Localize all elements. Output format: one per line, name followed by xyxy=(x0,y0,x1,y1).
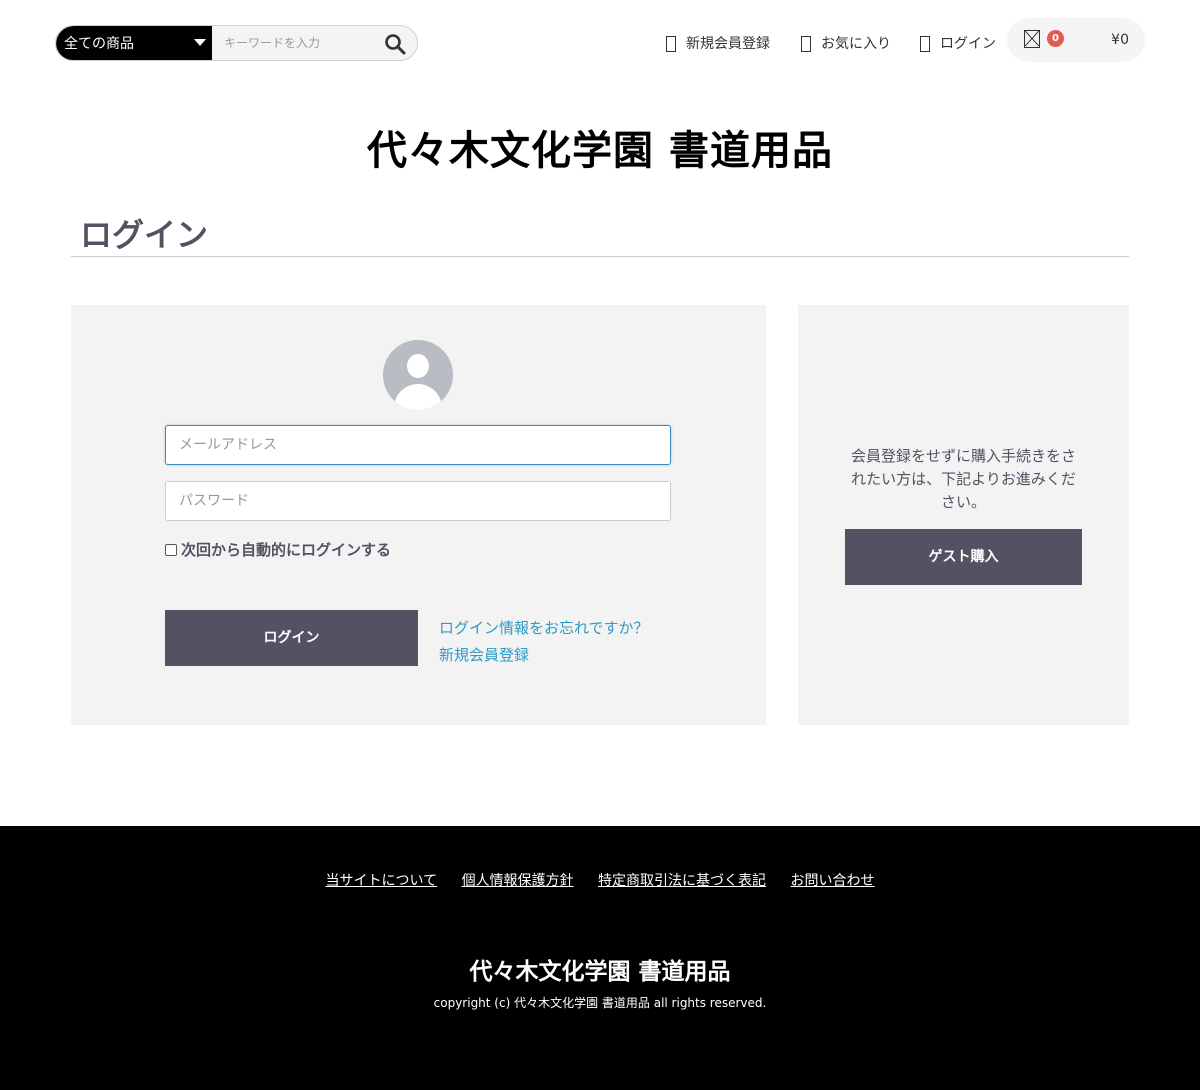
guest-description: 会員登録をせずに購入手続きをされたい方は、下記よりお進みください。 xyxy=(850,447,1076,511)
signup-link[interactable]: 新規会員登録 xyxy=(439,644,529,665)
password-field[interactable] xyxy=(165,481,671,521)
heart-icon xyxy=(801,36,811,52)
cart-count-badge: 0 xyxy=(1047,30,1064,47)
footer-link-contact[interactable]: お問い合わせ xyxy=(790,873,874,889)
cart-icon xyxy=(1024,30,1040,48)
site-title[interactable]: 代々木文化学園 書道用品 xyxy=(0,118,1200,176)
checkbox-icon[interactable] xyxy=(165,544,177,556)
nav-login-link[interactable]: ログイン xyxy=(920,34,996,56)
site-header: 全ての商品 新規会員登録 お気に入り ログイン 0 ¥0 xyxy=(0,0,1200,90)
nav-signup-link[interactable]: 新規会員登録 xyxy=(666,34,770,56)
lock-icon xyxy=(920,36,930,52)
cart-button[interactable]: 0 ¥0 xyxy=(1007,18,1145,62)
heading-divider xyxy=(71,256,1129,257)
nav-login-label: ログイン xyxy=(940,36,996,52)
avatar-body xyxy=(394,384,442,410)
footer-title: 代々木文化学園 書道用品 xyxy=(469,959,731,985)
forgot-password-link[interactable]: ログイン情報をお忘れですか？ xyxy=(439,617,649,638)
guest-purchase-button[interactable]: ゲスト購入 xyxy=(845,529,1082,585)
nav-signup-label: 新規会員登録 xyxy=(686,36,770,52)
footer-links: 当サイトについて 個人情報保護方針 特定商取引法に基づく表記 お問い合わせ xyxy=(0,870,1200,890)
footer-copyright: copyright (c) 代々木文化学園 書道用品 all rights re… xyxy=(433,996,767,1010)
avatar-icon xyxy=(383,340,453,410)
avatar-head xyxy=(407,354,429,378)
email-field[interactable] xyxy=(165,425,671,465)
nav-favorites-link[interactable]: お気に入り xyxy=(801,34,891,56)
login-button[interactable]: ログイン xyxy=(165,610,418,666)
guest-panel: 会員登録をせずに購入手続きをされたい方は、下記よりお進みください。 ゲスト購入 xyxy=(798,305,1129,725)
page-title: ログイン xyxy=(80,216,209,254)
site-footer: 当サイトについて 個人情報保護方針 特定商取引法に基づく表記 お問い合わせ 代々… xyxy=(0,826,1200,1090)
footer-link-tokusho[interactable]: 特定商取引法に基づく表記 xyxy=(598,873,766,889)
user-icon xyxy=(666,36,676,52)
login-panel: 次回から自動的にログインする ログイン ログイン情報をお忘れですか？ 新規会員登… xyxy=(71,305,766,725)
footer-link-about[interactable]: 当サイトについて xyxy=(326,873,438,889)
footer-link-privacy[interactable]: 個人情報保護方針 xyxy=(462,873,574,889)
nav-favorites-label: お気に入り xyxy=(821,36,891,52)
remember-me-label: 次回から自動的にログインする xyxy=(181,541,392,559)
cart-total: ¥0 xyxy=(1111,32,1129,48)
remember-me-checkbox[interactable]: 次回から自動的にログインする xyxy=(165,539,391,560)
